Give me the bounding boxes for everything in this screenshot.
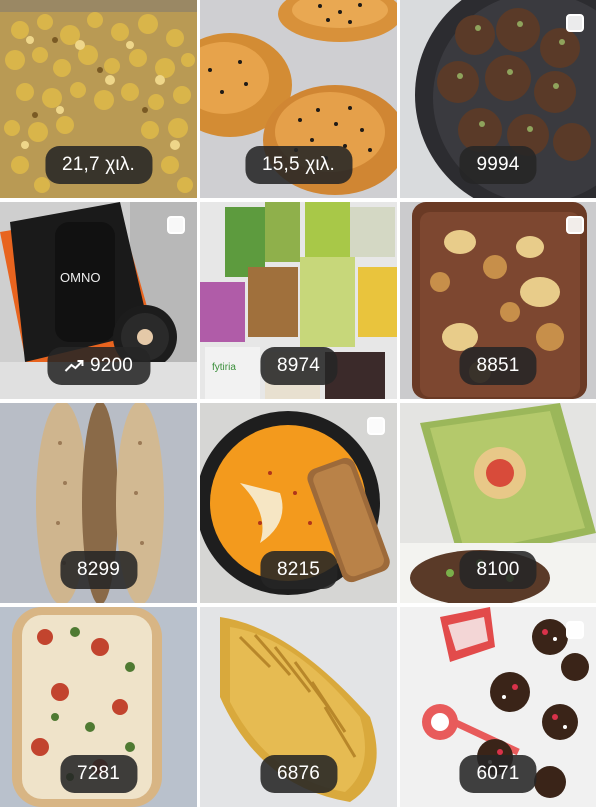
views-count: 21,7 χιλ. — [61, 154, 136, 175]
photo-tile-product-jar[interactable]: OMNO 9200 — [0, 202, 197, 399]
svg-text:OMNO: OMNO — [60, 270, 100, 285]
views-count: 8851 — [476, 355, 520, 376]
photo-tile-baguettes[interactable]: 8299 — [0, 403, 197, 603]
views-badge: 15,5 χιλ. — [244, 146, 353, 184]
photo-tile-chocolate-balls[interactable]: 9994 — [400, 0, 596, 198]
photo-tile-pumpkin-soup[interactable]: 8215 — [200, 403, 397, 603]
photo-tile-christmas-chocolates[interactable]: 6071 — [400, 607, 596, 807]
views-count: 9200 — [89, 355, 134, 376]
checkbox-icon[interactable] — [566, 14, 584, 32]
checkbox-icon[interactable] — [566, 621, 584, 639]
views-count: 15,5 χιλ. — [261, 154, 336, 175]
views-count: 6876 — [276, 763, 321, 784]
views-badge: 9200 — [46, 347, 151, 385]
views-badge: 6876 — [259, 755, 338, 793]
views-count: 8100 — [476, 559, 520, 580]
checkbox-icon[interactable] — [167, 216, 185, 234]
views-count: 6071 — [476, 763, 520, 784]
photo-tile-grocery-products[interactable]: fytiria 8974 — [200, 202, 397, 399]
photo-tile-cookbook[interactable]: 8100 — [400, 403, 596, 603]
photo-tile-sesame-buns[interactable]: 15,5 χιλ. — [200, 0, 397, 198]
photo-tile-roasted-cauliflower[interactable]: 21,7 χιλ. — [0, 0, 197, 198]
photo-tile-pizza[interactable]: 7281 — [0, 607, 197, 807]
checkbox-icon[interactable] — [566, 216, 584, 234]
views-badge: 8851 — [459, 347, 537, 385]
checkbox-icon[interactable] — [367, 417, 385, 435]
views-count: 7281 — [76, 763, 121, 784]
photo-grid: 21,7 χιλ. 15,5 χιλ. 9994 OMNO 9200 fytir… — [0, 0, 596, 809]
views-count: 9994 — [476, 154, 520, 175]
views-count: 8974 — [276, 355, 321, 376]
views-badge: 21,7 χιλ. — [44, 146, 153, 184]
photo-tile-banana-cake[interactable]: 8851 — [400, 202, 596, 399]
views-badge: 8215 — [259, 551, 338, 589]
views-badge: 9994 — [459, 146, 537, 184]
views-badge: 8974 — [259, 347, 338, 385]
svg-text:fytiria: fytiria — [212, 362, 236, 373]
views-badge: 8299 — [59, 551, 138, 589]
views-badge: 8100 — [459, 551, 537, 589]
views-count: 8299 — [76, 559, 121, 580]
views-badge: 7281 — [59, 755, 138, 793]
trending-up-icon — [64, 360, 83, 372]
views-badge: 6071 — [459, 755, 537, 793]
views-count: 8215 — [276, 559, 321, 580]
photo-tile-braided-loaf[interactable]: 6876 — [200, 607, 397, 807]
